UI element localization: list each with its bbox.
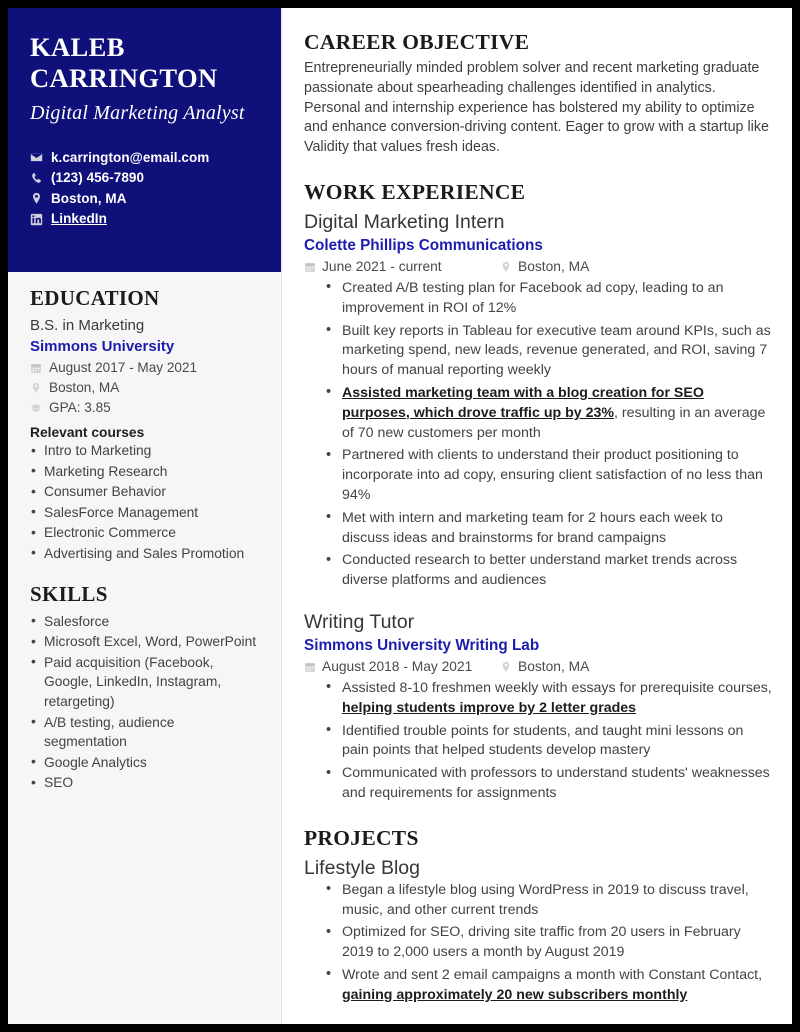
job-entry: Writing Tutor Simmons University Writing … <box>304 609 772 804</box>
skill-list-item: Microsoft Excel, Word, PowerPoint <box>30 632 259 652</box>
contact-item-linkedin[interactable]: LinkedIn <box>30 209 259 230</box>
contact-label-phone: (123) 456-7890 <box>51 170 145 186</box>
contact-label-location: Boston, MA <box>51 190 127 206</box>
projects-container: Lifestyle BlogBegan a lifestyle blog usi… <box>304 855 772 1006</box>
bullet-item: Identified trouble points for students, … <box>326 721 772 762</box>
sidebar-body: EDUCATION B.S. in Marketing Simmons Univ… <box>8 272 281 793</box>
bullet-item: Wrote and sent 2 email campaigns a month… <box>326 965 772 1006</box>
job-meta: August 2018 - May 2021 Boston, MA <box>304 657 772 677</box>
education-location: Boston, MA <box>30 378 259 398</box>
bullet-item: Met with intern and marketing team for 2… <box>326 508 772 549</box>
bullet-item: Conducted research to better understand … <box>326 551 772 591</box>
bullet-item: Optimized for SEO, driving site traffic … <box>326 923 772 963</box>
course-list-item: Marketing Research <box>30 461 259 482</box>
job-location: Boston, MA <box>518 658 590 674</box>
education-degree: B.S. in Marketing <box>30 317 145 334</box>
education-dates: August 2017 - May 2021 <box>30 358 259 378</box>
bullet-item: Began a lifestyle blog using WordPress i… <box>326 880 772 921</box>
calendar-icon <box>304 261 316 273</box>
career-objective-text: Entrepreneurially minded problem solver … <box>304 60 769 156</box>
job-dates: June 2021 - current <box>322 258 442 274</box>
resume-page: KALEB CARRINGTON Digital Marketing Analy… <box>8 8 792 1024</box>
headline-job-title: Digital Marketing Analyst <box>30 102 245 124</box>
bullet-highlight: gaining approximately 20 new subscribers… <box>342 986 688 1003</box>
career-objective-section: CAREER OBJECTIVE Entrepreneurially minde… <box>304 30 772 158</box>
location-pin-icon <box>30 192 43 205</box>
job-bullet-list: Created A/B testing plan for Facebook ad… <box>304 278 772 591</box>
education-section: EDUCATION B.S. in Marketing Simmons Univ… <box>30 286 259 564</box>
job-role: Writing Tutor <box>304 610 415 633</box>
job-organization: Colette Phillips Communications <box>304 236 543 254</box>
skill-list-item: Salesforce <box>30 611 259 632</box>
location-pin-icon <box>500 661 512 673</box>
job-dates: August 2018 - May 2021 <box>322 658 473 674</box>
contact-item-phone[interactable]: (123) 456-7890 <box>30 168 259 189</box>
work-experience-section: WORK EXPERIENCE Digital Marketing Intern… <box>304 180 772 804</box>
education-heading: EDUCATION <box>30 286 160 310</box>
bullet-item: Assisted 8-10 freshmen weekly with essay… <box>326 678 772 719</box>
projects-heading: PROJECTS <box>304 825 419 850</box>
bullet-highlight: helping students improve by 2 letter gra… <box>342 699 637 716</box>
course-list-item: Intro to Marketing <box>30 441 259 461</box>
name-last: CARRINGTON <box>30 63 218 93</box>
work-experience-heading: WORK EXPERIENCE <box>304 179 526 204</box>
contact-label-linkedin: LinkedIn <box>51 211 107 227</box>
contact-label-email: k.carrington@email.com <box>51 149 210 165</box>
calendar-icon <box>30 362 42 374</box>
contact-list: k.carrington@email.com (123) 456-7890 Bo… <box>30 148 259 230</box>
relevant-courses-heading: Relevant courses <box>30 425 145 440</box>
contact-item-location: Boston, MA <box>30 189 259 210</box>
contact-item-email[interactable]: k.carrington@email.com <box>30 148 259 169</box>
projects-section: PROJECTS Lifestyle BlogBegan a lifestyle… <box>304 826 772 1006</box>
education-dates-label: August 2017 - May 2021 <box>49 360 198 375</box>
course-list-item: Electronic Commerce <box>30 523 259 543</box>
job-role: Digital Marketing Intern <box>304 210 505 233</box>
skill-list-item: Paid acquisition (Facebook, Google, Link… <box>30 652 259 712</box>
linkedin-icon <box>30 213 43 226</box>
bullet-item: Created A/B testing plan for Facebook ad… <box>326 278 772 319</box>
job-entry: Digital Marketing Intern Colette Phillips… <box>304 209 772 591</box>
education-meta-list: August 2017 - May 2021 Boston, MA GPA: 3… <box>30 358 259 418</box>
graduation-cap-icon <box>30 402 42 414</box>
education-gpa-label: GPA: 3.85 <box>49 400 111 415</box>
bullet-item: Partnered with clients to understand the… <box>326 446 772 505</box>
skill-list-item: Google Analytics <box>30 752 259 773</box>
education-school: Simmons University <box>30 338 175 355</box>
skills-section: SKILLS SalesforceMicrosoft Excel, Word, … <box>30 582 259 793</box>
course-list-item: SalesForce Management <box>30 502 259 523</box>
calendar-icon <box>304 661 316 673</box>
skill-list-item: A/B testing, audience segmentation <box>30 712 259 752</box>
jobs-container: Digital Marketing Intern Colette Phillips… <box>304 209 772 804</box>
relevant-courses-list: Intro to MarketingMarketing ResearchCons… <box>30 441 259 564</box>
education-location-label: Boston, MA <box>49 380 120 395</box>
course-list-item: Advertising and Sales Promotion <box>30 543 259 564</box>
bullet-item: Communicated with professors to understa… <box>326 764 772 804</box>
education-gpa: GPA: 3.85 <box>30 398 259 418</box>
skill-list-item: SEO <box>30 773 259 793</box>
project-bullet-list: Began a lifestyle blog using WordPress i… <box>304 880 772 1006</box>
bullet-item: Assisted marketing team with a blog crea… <box>326 383 772 443</box>
job-organization: Simmons University Writing Lab <box>304 636 540 654</box>
job-bullet-list: Assisted 8-10 freshmen weekly with essay… <box>304 678 772 804</box>
sidebar: KALEB CARRINGTON Digital Marketing Analy… <box>8 8 282 1024</box>
name-first: KALEB <box>30 32 125 62</box>
course-list-item: Consumer Behavior <box>30 482 259 502</box>
location-pin-icon <box>500 261 512 273</box>
envelope-icon <box>30 151 43 164</box>
job-meta: June 2021 - current Boston, MA <box>304 257 772 277</box>
project-entry: Lifestyle BlogBegan a lifestyle blog usi… <box>304 855 772 1006</box>
phone-icon <box>30 172 43 185</box>
job-location: Boston, MA <box>518 258 590 274</box>
bullet-item: Built key reports in Tableau for executi… <box>326 321 772 381</box>
project-title: Lifestyle Blog <box>304 856 420 879</box>
identity-block: KALEB CARRINGTON Digital Marketing Analy… <box>8 8 281 272</box>
location-pin-icon <box>30 382 42 394</box>
career-objective-heading: CAREER OBJECTIVE <box>304 30 530 54</box>
skills-heading: SKILLS <box>30 581 108 606</box>
skills-list: SalesforceMicrosoft Excel, Word, PowerPo… <box>30 611 259 793</box>
main-column: CAREER OBJECTIVE Entrepreneurially minde… <box>282 8 792 1024</box>
bullet-highlight: Assisted marketing team with a blog crea… <box>342 384 704 421</box>
